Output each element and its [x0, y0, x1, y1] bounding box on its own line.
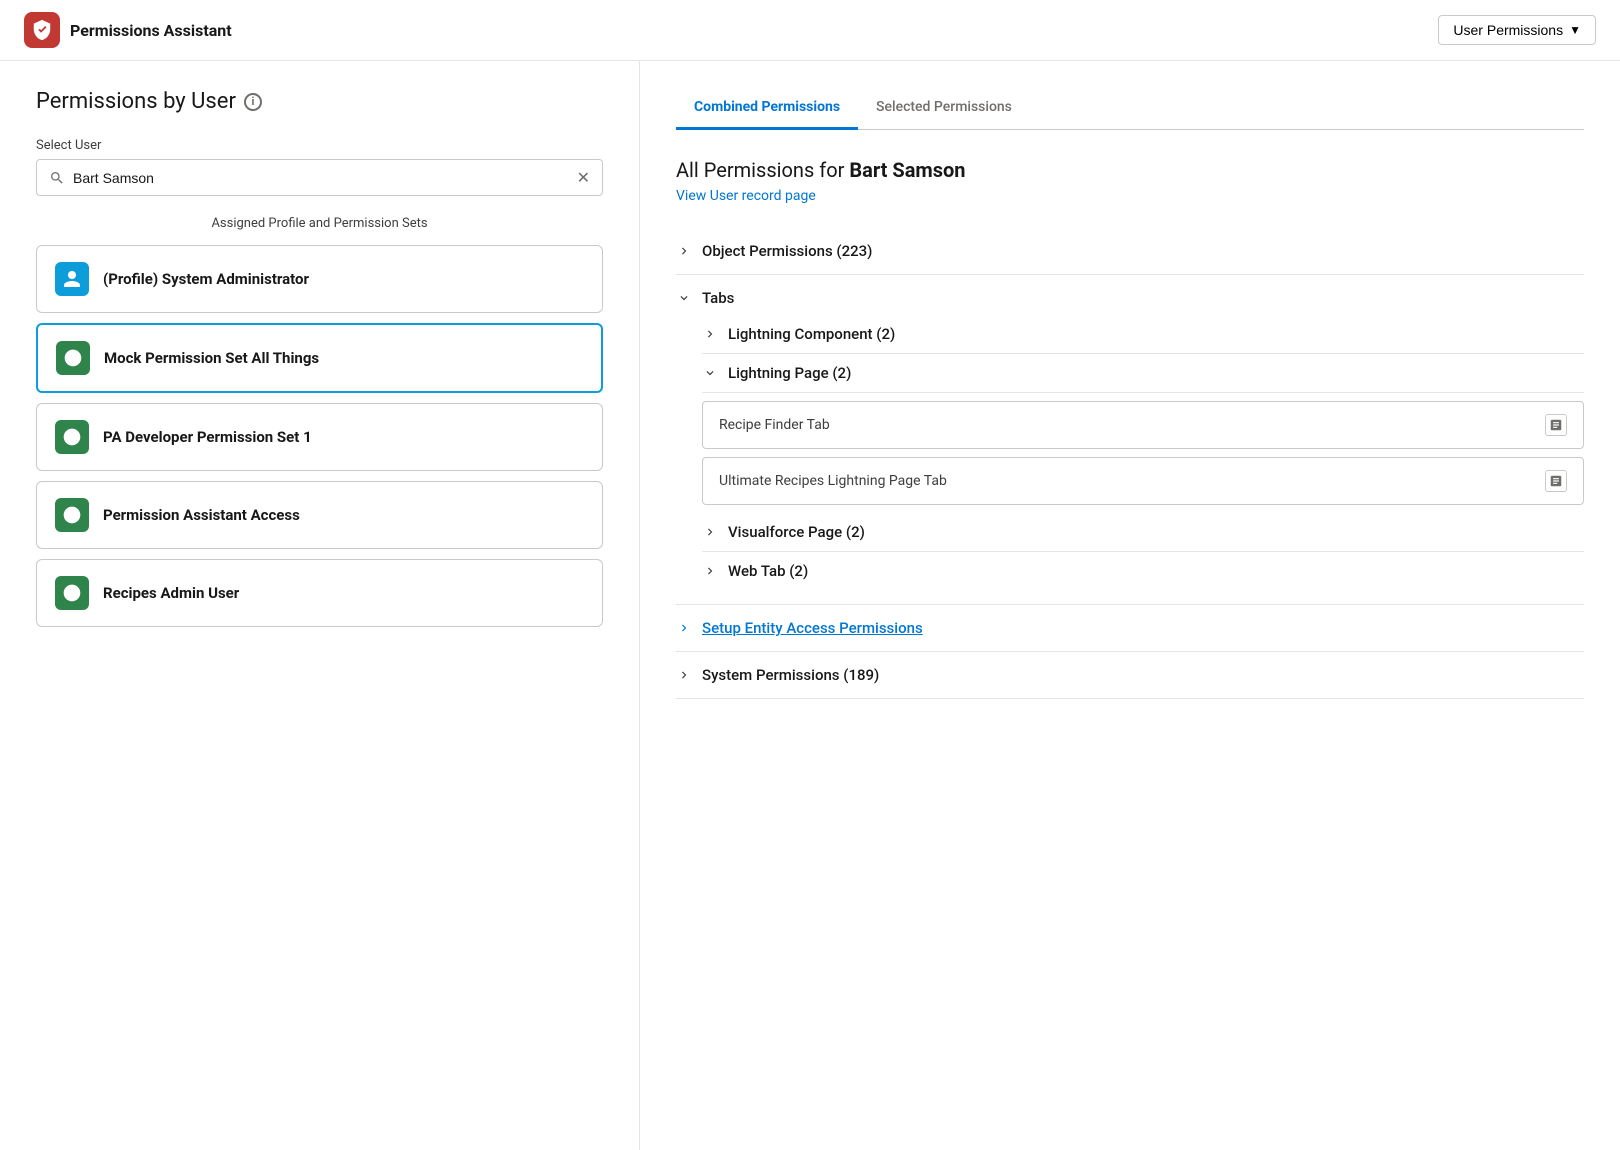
pset-item-recipes-admin[interactable]: Recipes Admin User [36, 559, 603, 627]
assigned-label: Assigned Profile and Permission Sets [36, 216, 603, 231]
permission-set-list: (Profile) System Administrator Mock Perm… [36, 245, 603, 627]
lightning-page-items: Recipe Finder Tab Ultimate Recipes Light… [702, 401, 1584, 505]
pset-icon-svg-asst [62, 505, 82, 525]
pset-name-mock-perm-all-things: Mock Permission Set All Things [104, 349, 319, 367]
section-system-permissions: System Permissions (189) [676, 652, 1584, 699]
setup-entity-label: Setup Entity Access Permissions [702, 619, 923, 637]
tab-item-recipe-finder: Recipe Finder Tab [702, 401, 1584, 449]
chevron-right-lightning-component [702, 326, 718, 342]
chevron-right-visualforce [702, 524, 718, 540]
pset-icon-mock [56, 341, 90, 375]
pset-icon-svg [63, 348, 83, 368]
right-panel: Combined Permissions Selected Permission… [640, 61, 1620, 1150]
chevron-down-icon-tabs [676, 290, 692, 306]
tab-selected-permissions[interactable]: Selected Permissions [858, 89, 1030, 130]
header-left: Permissions Assistant [24, 12, 232, 48]
pset-icon-svg-recipes [62, 583, 82, 603]
user-permissions-dropdown[interactable]: User Permissions ▼ [1438, 15, 1596, 45]
chevron-right-setup-entity [676, 620, 692, 636]
section-object-permissions: Object Permissions (223) [676, 228, 1584, 275]
pset-icon-pa-dev [55, 420, 89, 454]
tab-item-icon-recipe [1545, 414, 1567, 436]
tabs-sub-accordion: Lightning Component (2) Lightning Page (… [676, 315, 1584, 590]
search-input[interactable] [73, 170, 577, 186]
clear-search-icon[interactable]: ✕ [577, 168, 590, 187]
tab-combined-permissions[interactable]: Combined Permissions [676, 89, 858, 130]
lightning-component-label: Lightning Component (2) [728, 325, 895, 343]
main-container: Permissions by User i Select User ✕ Assi… [0, 61, 1620, 1150]
pset-item-pa-dev-perm-set[interactable]: PA Developer Permission Set 1 [36, 403, 603, 471]
tab-item-ultimate-recipes: Ultimate Recipes Lightning Page Tab [702, 457, 1584, 505]
web-tab-label: Web Tab (2) [728, 562, 808, 580]
dropdown-label: User Permissions [1453, 22, 1563, 38]
visualforce-page-header[interactable]: Visualforce Page (2) [702, 513, 1584, 552]
pset-name-pa-dev: PA Developer Permission Set 1 [103, 428, 312, 446]
chevron-right-web-tab [702, 563, 718, 579]
search-box: ✕ [36, 159, 603, 196]
section-setup-entity: Setup Entity Access Permissions [676, 605, 1584, 652]
chevron-down-icon: ▼ [1569, 23, 1581, 37]
shield-icon [31, 19, 53, 41]
section-tabs: Tabs Lightning Component (2) [676, 275, 1584, 605]
system-permissions-label: System Permissions (189) [702, 666, 879, 684]
pset-name-perm-asst: Permission Assistant Access [103, 506, 300, 524]
pset-icon-perm-asst [55, 498, 89, 532]
left-panel: Permissions by User i Select User ✕ Assi… [0, 61, 640, 1150]
object-permissions-label: Object Permissions (223) [702, 242, 872, 260]
app-header: Permissions Assistant User Permissions ▼ [0, 0, 1620, 61]
app-icon [24, 12, 60, 48]
system-permissions-header[interactable]: System Permissions (189) [676, 666, 1584, 684]
tabs-section-label: Tabs [702, 289, 734, 307]
view-user-record-link[interactable]: View User record page [676, 188, 816, 204]
app-title: Permissions Assistant [70, 21, 232, 40]
user-name: Bart Samson [849, 158, 965, 182]
chevron-right-icon [676, 243, 692, 259]
profile-icon-container [55, 262, 89, 296]
permission-tabs: Combined Permissions Selected Permission… [676, 89, 1584, 130]
setup-entity-header[interactable]: Setup Entity Access Permissions [676, 619, 1584, 637]
chevron-right-system-perms [676, 667, 692, 683]
pset-name-profile-sys-admin: (Profile) System Administrator [103, 270, 309, 288]
lightning-page-label: Lightning Page (2) [728, 364, 851, 382]
pset-item-perm-asst-access[interactable]: Permission Assistant Access [36, 481, 603, 549]
info-icon[interactable]: i [244, 93, 262, 111]
lightning-page-header[interactable]: Lightning Page (2) [702, 354, 1584, 393]
pset-icon-svg-pa [62, 427, 82, 447]
pset-item-profile-sys-admin[interactable]: (Profile) System Administrator [36, 245, 603, 313]
pset-name-recipes-admin: Recipes Admin User [103, 584, 239, 602]
permissions-heading: All Permissions for Bart Samson [676, 158, 1584, 182]
search-icon [49, 170, 65, 186]
chevron-down-lightning-page [702, 365, 718, 381]
visualforce-page-label: Visualforce Page (2) [728, 523, 865, 541]
pset-icon-recipes [55, 576, 89, 610]
pset-item-mock-perm-all-things[interactable]: Mock Permission Set All Things [36, 323, 603, 393]
lightning-page-section: Lightning Page (2) Recipe Finder Tab Ult… [702, 354, 1584, 505]
ultimate-recipes-label: Ultimate Recipes Lightning Page Tab [719, 473, 947, 489]
tab-item-icon-ultimate [1545, 470, 1567, 492]
page-title: Permissions by User i [36, 89, 603, 114]
web-tab-header[interactable]: Web Tab (2) [702, 552, 1584, 590]
lightning-component-header[interactable]: Lightning Component (2) [702, 315, 1584, 354]
object-permissions-header[interactable]: Object Permissions (223) [676, 242, 1584, 260]
tabs-section-header[interactable]: Tabs [676, 289, 1584, 307]
person-icon [62, 269, 82, 289]
select-user-label: Select User [36, 138, 603, 153]
recipe-finder-label: Recipe Finder Tab [719, 417, 830, 433]
